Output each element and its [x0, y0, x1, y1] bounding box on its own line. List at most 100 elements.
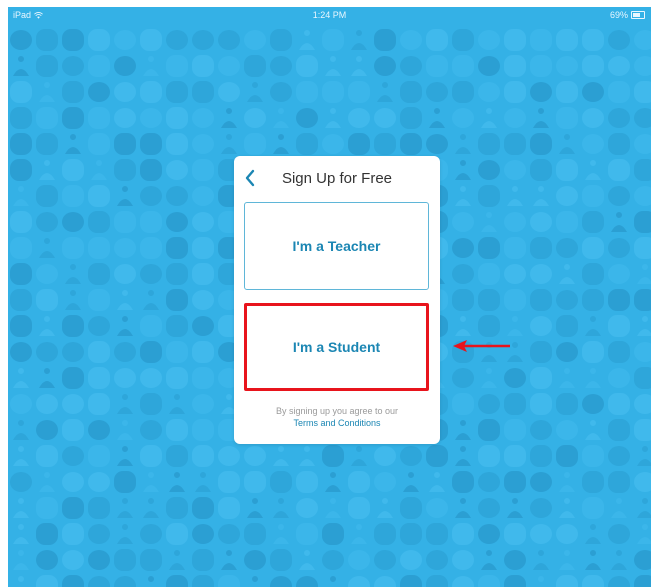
- background-shape: [39, 368, 55, 388]
- background-shape: [192, 290, 214, 310]
- background-shape: [400, 30, 422, 50]
- background-shape: [299, 30, 315, 50]
- background-shape: [478, 289, 500, 311]
- background-shape: [426, 134, 448, 154]
- background-shape: [426, 82, 448, 102]
- background-shape: [504, 419, 526, 441]
- background-shape: [10, 237, 32, 259]
- background-shape: [36, 264, 58, 284]
- background-shape: [530, 420, 552, 440]
- background-shape: [169, 550, 185, 570]
- background-shape: [143, 290, 159, 310]
- background-shape: [192, 108, 214, 128]
- background-shape: [114, 368, 136, 388]
- background-shape: [559, 498, 575, 518]
- teacher-button[interactable]: I'm a Teacher: [244, 202, 429, 290]
- background-shape: [400, 446, 422, 466]
- background-shape: [88, 576, 110, 587]
- background-shape: [400, 523, 422, 545]
- background-shape: [403, 472, 419, 492]
- background-shape: [478, 498, 500, 518]
- background-shape: [114, 108, 136, 128]
- background-shape: [478, 524, 500, 544]
- background-shape: [166, 186, 188, 206]
- background-shape: [530, 498, 552, 518]
- background-shape: [530, 55, 552, 77]
- background-shape: [10, 472, 32, 492]
- background-shape: [452, 81, 474, 103]
- terms-link[interactable]: Terms and Conditions: [234, 417, 440, 429]
- background-shape: [608, 289, 630, 311]
- background-shape: [117, 394, 133, 414]
- background-shape: [117, 290, 133, 310]
- background-shape: [88, 445, 110, 467]
- background-shape: [140, 420, 162, 440]
- background-shape: [504, 237, 526, 259]
- background-shape: [114, 56, 136, 76]
- background-shape: [582, 394, 604, 414]
- background-shape: [166, 315, 188, 337]
- background-shape: [351, 56, 367, 76]
- background-shape: [556, 211, 578, 233]
- background-shape: [192, 55, 214, 77]
- background-shape: [608, 133, 630, 155]
- background-shape: [452, 29, 474, 51]
- background-shape: [478, 394, 500, 414]
- background-shape: [455, 446, 471, 466]
- background-shape: [218, 471, 240, 493]
- background-shape: [13, 420, 29, 440]
- background-shape: [88, 107, 110, 129]
- background-shape: [400, 497, 422, 519]
- background-shape: [88, 289, 110, 311]
- background-shape: [634, 367, 651, 389]
- background-shape: [530, 316, 552, 336]
- background-shape: [296, 471, 318, 493]
- background-shape: [244, 108, 266, 128]
- background-shape: [533, 108, 549, 128]
- background-shape: [478, 445, 500, 467]
- background-shape: [62, 472, 84, 492]
- background-shape: [140, 211, 162, 233]
- background-shape: [538, 576, 544, 582]
- background-shape: [608, 186, 630, 206]
- background-shape: [114, 576, 136, 587]
- background-shape: [244, 30, 266, 50]
- background-shape: [88, 550, 110, 570]
- background-shape: [10, 159, 32, 181]
- background-shape: [13, 524, 29, 544]
- background-shape: [455, 134, 471, 154]
- background-shape: [530, 264, 552, 284]
- background-shape: [426, 29, 448, 51]
- background-shape: [478, 472, 500, 492]
- background-shape: [533, 550, 549, 570]
- background-shape: [374, 576, 396, 587]
- background-shape: [36, 420, 58, 440]
- background-shape: [114, 549, 136, 571]
- background-shape: [10, 394, 32, 414]
- background-shape: [637, 264, 651, 284]
- background-shape: [218, 446, 240, 466]
- background-shape: [530, 159, 552, 181]
- battery-percent: 69%: [609, 10, 628, 20]
- background-shape: [218, 82, 240, 102]
- status-bar: iPad 1:24 PM 69%: [8, 7, 651, 23]
- background-shape: [192, 134, 214, 154]
- background-shape: [140, 341, 162, 363]
- background-shape: [88, 133, 110, 155]
- background-shape: [10, 107, 32, 129]
- background-shape: [556, 315, 578, 337]
- background-shape: [556, 238, 578, 258]
- background-shape: [36, 55, 58, 77]
- student-button[interactable]: I'm a Student: [244, 303, 429, 391]
- background-shape: [452, 108, 474, 128]
- background-shape: [39, 238, 55, 258]
- background-shape: [62, 237, 84, 259]
- background-shape: [634, 237, 651, 259]
- background-shape: [88, 211, 110, 233]
- background-shape: [504, 523, 526, 545]
- background-shape: [504, 29, 526, 51]
- background-shape: [452, 238, 474, 258]
- background-shape: [36, 575, 58, 587]
- background-shape: [62, 29, 84, 51]
- background-shape: [634, 186, 651, 206]
